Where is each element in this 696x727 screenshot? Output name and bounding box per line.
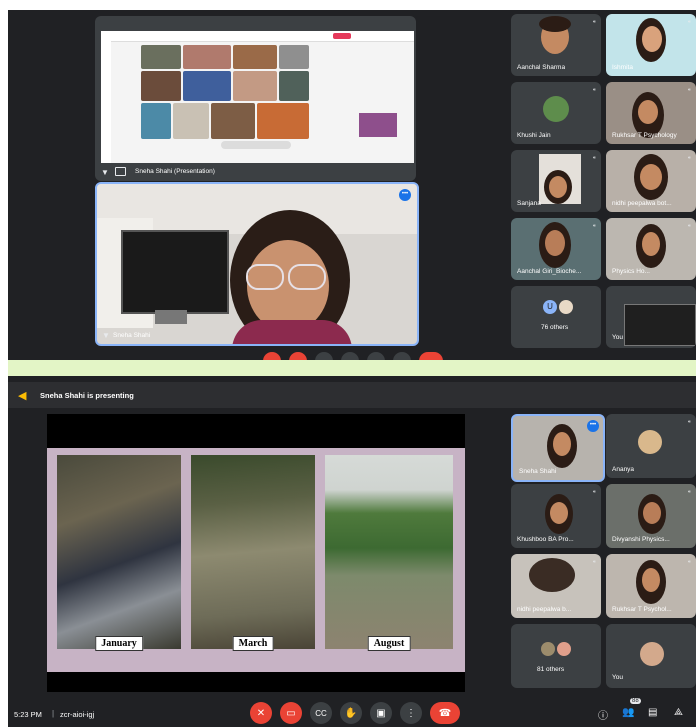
mic-off-icon: ⁌ xyxy=(687,155,692,162)
participant-tile[interactable]: ⁌ Ananya xyxy=(606,414,696,478)
presentation-icon: ◀ xyxy=(18,390,27,402)
caption-january: January xyxy=(95,636,143,651)
avatar: U xyxy=(543,300,557,314)
participant-tile[interactable]: ⁌ Rukhsar T Psychology xyxy=(606,82,696,144)
avatar xyxy=(543,96,569,122)
shared-slide-editor xyxy=(101,31,414,163)
clock: 5:23 PM xyxy=(14,710,42,719)
mic-off-icon: ⁌ xyxy=(687,559,692,566)
raise-hand-icon[interactable]: ✋ xyxy=(340,702,362,724)
mic-off-icon: ⁌ xyxy=(687,223,692,230)
participant-tile[interactable]: ⁌ Physics Ho... xyxy=(606,218,696,280)
photo-january: January xyxy=(57,455,181,651)
participant-tile[interactable]: ⁌ nidhi peepalwa bot... xyxy=(606,150,696,212)
photo-march: March xyxy=(191,455,315,651)
mic-off-icon: ⁌ xyxy=(687,87,692,94)
participant-tile[interactable]: ⁌ nidhi peepalwa b... xyxy=(511,554,601,618)
info-icon[interactable]: ⓘ xyxy=(598,707,608,722)
activities-icon[interactable]: ⟁ xyxy=(674,707,683,718)
glasses-icon xyxy=(246,264,332,290)
separator: | xyxy=(52,709,55,718)
mic-off-icon: ⁌ xyxy=(687,489,692,496)
more-options-icon[interactable]: ⋮ xyxy=(400,702,422,724)
mic-off-icon: ⁌ xyxy=(592,155,597,162)
call-controls: ✕ ▭ CC ✋ ▣ ⋮ ☎ xyxy=(250,702,460,726)
participant-tile[interactable]: ⁌ Khushi Jain xyxy=(511,82,601,144)
screenshot-divider xyxy=(8,360,696,376)
participant-tile[interactable]: ⁌ Khushboo BA Pro... xyxy=(511,484,601,548)
mic-off-icon: ⁌ xyxy=(592,223,597,230)
bottom-meet-screen: ◀ Sneha Shahi is presenting January Marc… xyxy=(8,376,696,727)
caption-august: August xyxy=(367,636,411,651)
screen-share-icon xyxy=(115,167,126,176)
pin-icon[interactable]: ▼ xyxy=(101,168,109,177)
self-preview-thumbnail xyxy=(624,304,696,346)
avatar xyxy=(638,430,662,454)
mic-off-icon: ⁌ xyxy=(687,19,692,26)
mic-off-icon[interactable]: ✕ xyxy=(250,702,272,724)
participant-tile[interactable]: ⁌ Aanchal Sharma xyxy=(511,14,601,76)
presentation-label: Sneha Shahi (Presentation) xyxy=(135,168,215,175)
participant-tile[interactable]: ⁌ Divyanshi Physics... xyxy=(606,484,696,548)
participant-tile[interactable]: ⁌ Aanchal Giri_Bioche... xyxy=(511,218,601,280)
mic-off-icon: ⁌ xyxy=(592,87,597,94)
slide-frame: January March August xyxy=(47,448,465,672)
participant-tile[interactable]: ⁌ Sanjana xyxy=(511,150,601,212)
camera-off-icon[interactable]: ▭ xyxy=(280,702,302,724)
meeting-code: zcr-aioi-igj xyxy=(60,710,95,719)
participant-tile[interactable]: ⁌ Ishmita xyxy=(606,14,696,76)
mic-off-icon: ⁌ xyxy=(592,489,597,496)
chat-icon[interactable]: ▤ xyxy=(648,707,657,718)
avatar xyxy=(557,642,571,656)
others-tile[interactable]: 81 others xyxy=(511,624,601,688)
end-call-icon[interactable]: ☎ xyxy=(430,702,460,724)
mic-off-icon: ⁌ xyxy=(687,419,692,426)
participant-count-badge: 88 xyxy=(630,698,641,704)
captions-icon[interactable]: CC xyxy=(310,702,332,724)
pin-icon[interactable]: ▼ xyxy=(102,331,110,340)
top-meet-screen: ▼ Sneha Shahi (Presentation) ••• Sneha S… xyxy=(8,10,696,370)
avatar xyxy=(640,642,664,666)
photo-august: August xyxy=(325,455,453,651)
avatar xyxy=(559,300,573,314)
presentation-tile[interactable]: ▼ Sneha Shahi (Presentation) xyxy=(95,16,416,181)
mic-off-icon: ⁌ xyxy=(592,559,597,566)
self-view-tile[interactable]: You xyxy=(606,624,696,688)
shared-slide: January March August xyxy=(47,414,465,692)
present-icon[interactable]: ▣ xyxy=(370,702,392,724)
others-tile[interactable]: U 76 others xyxy=(511,286,601,348)
participant-tile[interactable]: ••• Sneha Shahi xyxy=(511,414,605,482)
speaking-indicator-icon: ••• xyxy=(587,420,599,432)
self-view-tile[interactable]: You xyxy=(606,286,696,348)
participant-tile[interactable]: ⁌ Rukhsar T Psychol... xyxy=(606,554,696,618)
presenting-banner: ◀ Sneha Shahi is presenting xyxy=(8,382,696,408)
mic-off-icon: ⁌ xyxy=(592,19,597,26)
avatar xyxy=(541,642,555,656)
background-monitor xyxy=(121,230,229,314)
speaking-indicator-icon: ••• xyxy=(399,189,411,201)
people-icon[interactable]: 👥 xyxy=(622,707,634,718)
caption-march: March xyxy=(232,636,274,651)
speaker-label: Sneha Shahi xyxy=(113,332,151,339)
speaker-tile[interactable]: ••• Sneha Shahi ▼ xyxy=(95,182,419,346)
